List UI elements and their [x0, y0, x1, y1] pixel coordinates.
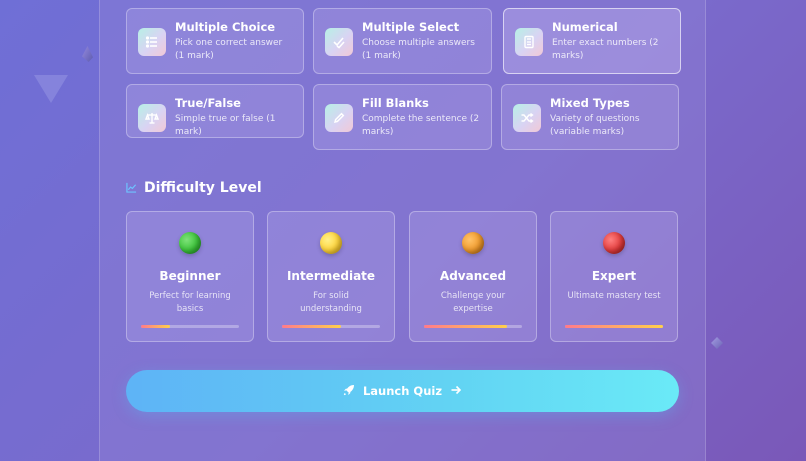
difficulty-name: Advanced — [439, 269, 507, 283]
difficulty-desc: For solid understanding — [300, 291, 362, 314]
difficulty-name: Beginner — [159, 269, 221, 283]
pencil-icon — [325, 104, 353, 132]
difficulty-bar — [424, 325, 522, 328]
difficulty-orb — [603, 232, 625, 254]
question-type-title: Mixed Types — [550, 96, 630, 110]
difficulty-expert[interactable]: Expert Ultimate mastery test — [550, 211, 678, 342]
chart-line-icon — [126, 178, 137, 197]
arrow-right-icon — [450, 384, 462, 399]
difficulty-desc: Perfect for learning basics — [149, 291, 231, 314]
difficulty-beginner[interactable]: Beginner Perfect for learning basics — [126, 211, 254, 342]
difficulty-name: Expert — [591, 269, 637, 283]
decorative-triangle — [34, 75, 68, 103]
question-type-mixed-types[interactable]: Mixed Types Variety of questions (variab… — [501, 84, 679, 150]
question-type-true-false[interactable]: True/False Simple true or false (1 mark) — [126, 84, 304, 138]
double-check-icon — [325, 28, 353, 56]
question-type-numerical[interactable]: Numerical Enter exact numbers (2 marks) — [503, 8, 681, 74]
difficulty-title: Difficulty Level — [144, 179, 262, 196]
question-type-title: True/False — [175, 96, 241, 110]
question-type-desc: Pick one correct answer (1 mark) — [175, 38, 283, 61]
difficulty-orb — [179, 232, 201, 254]
difficulty-orb — [462, 232, 484, 254]
difficulty-bar-fill — [424, 325, 508, 328]
calculator-icon — [515, 28, 543, 56]
difficulty-desc: Challenge your expertise — [440, 291, 506, 314]
shuffle-icon — [513, 104, 541, 132]
question-type-desc: Complete the sentence (2 marks) — [362, 114, 480, 137]
launch-quiz-button[interactable]: Launch Quiz — [126, 370, 679, 412]
balance-scale-icon — [138, 104, 166, 132]
question-type-desc: Choose multiple answers (1 mark) — [362, 38, 475, 61]
list-icon — [138, 28, 166, 56]
rocket-icon — [343, 384, 355, 399]
question-type-title: Fill Blanks — [362, 96, 429, 110]
difficulty-name: Intermediate — [286, 269, 376, 283]
difficulty-bar-fill — [282, 325, 341, 328]
difficulty-bar — [282, 325, 380, 328]
question-type-title: Multiple Select — [362, 20, 460, 34]
question-type-desc: Variety of questions (variable marks) — [550, 114, 640, 137]
difficulty-advanced[interactable]: Advanced Challenge your expertise — [409, 211, 537, 342]
question-type-fill-blanks[interactable]: Fill Blanks Complete the sentence (2 mar… — [313, 84, 492, 150]
difficulty-bar-fill — [141, 325, 171, 328]
decorative-gem — [711, 337, 723, 349]
difficulty-bar-fill — [565, 325, 663, 328]
question-type-multiple-choice[interactable]: Multiple Choice Pick one correct answer … — [126, 8, 304, 74]
decorative-shard — [82, 46, 93, 62]
difficulty-bar — [565, 325, 663, 328]
difficulty-desc: Ultimate mastery test — [567, 291, 661, 301]
question-type-title: Multiple Choice — [175, 20, 276, 34]
launch-quiz-label: Launch Quiz — [362, 384, 443, 398]
question-type-multiple-select[interactable]: Multiple Select Choose multiple answers … — [313, 8, 492, 74]
difficulty-orb — [320, 232, 342, 254]
difficulty-bar — [141, 325, 239, 328]
question-type-desc: Enter exact numbers (2 marks) — [552, 38, 659, 61]
question-type-desc: Simple true or false (1 mark) — [175, 114, 276, 137]
question-type-title: Numerical — [552, 20, 618, 34]
difficulty-intermediate[interactable]: Intermediate For solid understanding — [267, 211, 395, 342]
difficulty-section-title: Difficulty Level — [126, 178, 262, 197]
